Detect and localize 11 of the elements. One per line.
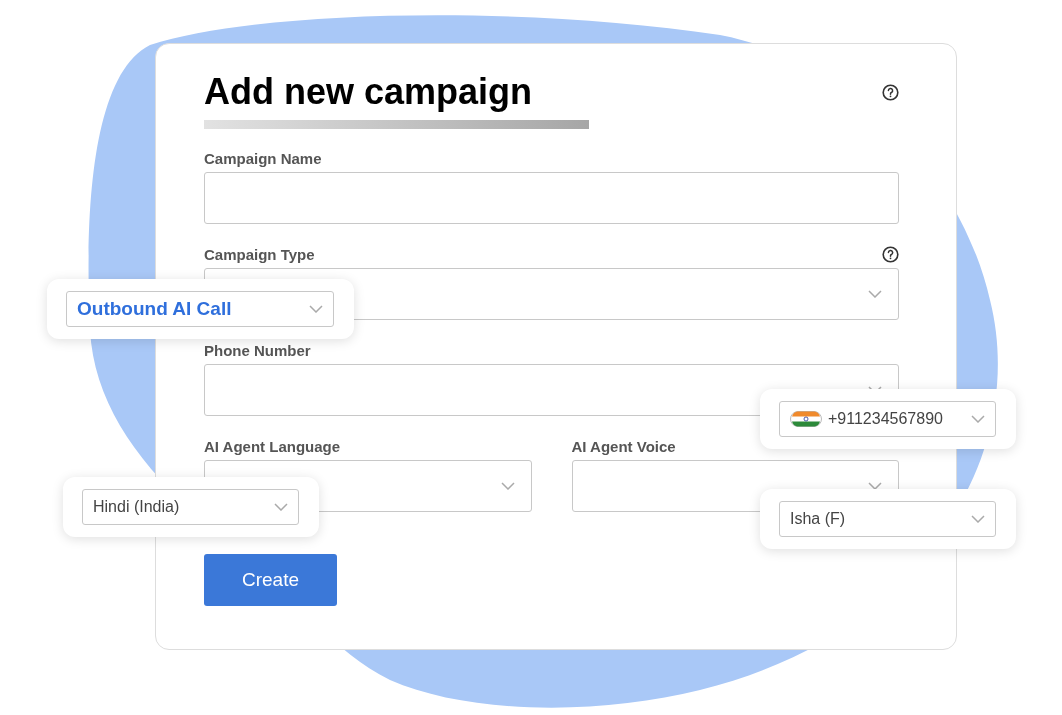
field-label: Campaign Name <box>204 149 322 167</box>
dropdown-field[interactable]: Isha (F) <box>779 501 996 537</box>
field-label: Phone Number <box>204 341 311 359</box>
form-title: Add new campaign <box>204 70 533 114</box>
create-button[interactable]: Create <box>204 554 337 606</box>
field-label: Campaign Type <box>204 245 315 263</box>
dropdown-field[interactable]: Hindi (India) <box>82 489 299 525</box>
field-label: AI Agent Voice <box>571 437 676 455</box>
dropdown-field[interactable]: +911234567890 <box>779 401 996 437</box>
field-label: AI Agent Language <box>204 437 341 455</box>
dropdown-field[interactable]: Outbound AI Call <box>66 291 334 327</box>
